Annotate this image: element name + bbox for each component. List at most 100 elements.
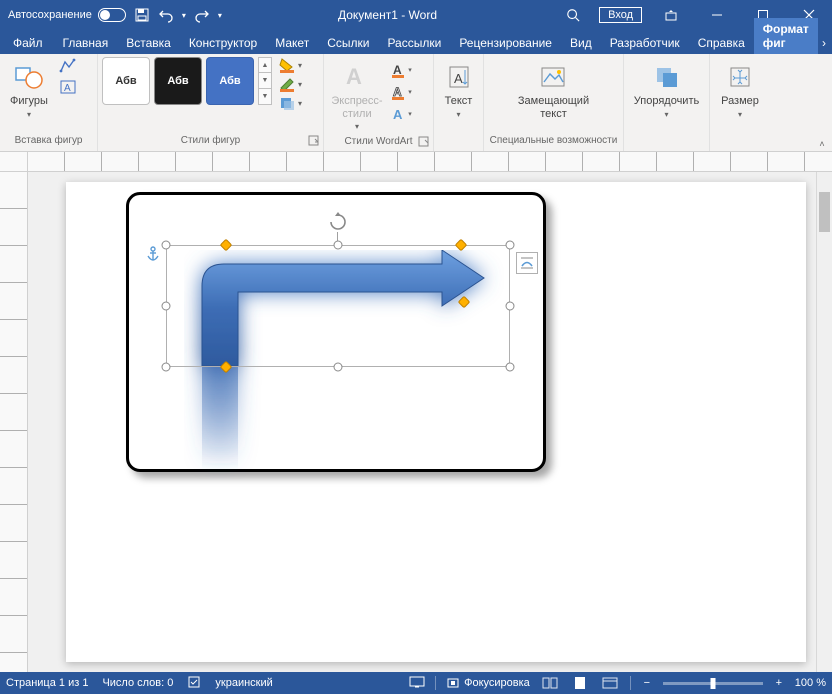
ribbon-display-options-button[interactable] — [648, 0, 694, 30]
status-page[interactable]: Страница 1 из 1 — [6, 677, 88, 689]
tab-design[interactable]: Конструктор — [180, 32, 266, 54]
resize-handle-se[interactable] — [506, 363, 515, 372]
vertical-scrollbar[interactable] — [816, 172, 832, 672]
zoom-in-button[interactable]: + — [773, 677, 785, 689]
autosave-label: Автосохранение — [8, 9, 92, 21]
svg-text:A: A — [346, 64, 362, 89]
zoom-out-button[interactable]: − — [641, 677, 653, 689]
title-bar: Автосохранение ▾ ▾ Документ1 - Word Вход — [0, 0, 832, 30]
express-styles-button: A Экспресс-стили ▾ — [328, 57, 386, 133]
tab-mailings[interactable]: Рассылки — [378, 32, 450, 54]
tab-review[interactable]: Рецензирование — [450, 32, 561, 54]
text-outline-button[interactable]: A▾ — [390, 82, 412, 102]
svg-text:A: A — [393, 85, 402, 99]
resize-handle-nw[interactable] — [162, 241, 171, 250]
group-shape-styles-label: Стили фигур — [98, 135, 323, 151]
ribbon-tabs: Файл Главная Вставка Конструктор Макет С… — [0, 30, 832, 54]
svg-text:A: A — [64, 83, 71, 94]
dialog-launcher-icon[interactable] — [417, 136, 431, 150]
alt-text-label: Замещающий текст — [516, 95, 592, 120]
tab-help[interactable]: Справка — [689, 32, 754, 54]
undo-dropdown-icon[interactable]: ▾ — [182, 11, 186, 20]
svg-text:A: A — [393, 107, 403, 122]
focus-mode-button[interactable]: Фокусировка — [446, 677, 530, 689]
document-area — [0, 172, 832, 672]
tabs-overflow-icon[interactable]: › — [818, 32, 830, 54]
document-pane[interactable] — [28, 172, 832, 672]
rotation-handle[interactable] — [328, 212, 348, 232]
collapse-ribbon-button[interactable]: ˄ — [814, 137, 830, 151]
resize-handle-ne[interactable] — [506, 241, 515, 250]
arrange-button[interactable]: Упорядочить ▾ — [629, 57, 705, 121]
undo-button[interactable] — [158, 7, 174, 23]
shape-fill-button[interactable]: ▾ — [278, 57, 302, 73]
tab-shape-format[interactable]: Формат фиг — [754, 18, 818, 54]
save-button[interactable] — [134, 7, 150, 23]
shape-effects-button[interactable]: ▾ — [278, 95, 302, 111]
tab-developer[interactable]: Разработчик — [601, 32, 689, 54]
text-icon: A — [447, 59, 471, 95]
minimize-button[interactable] — [694, 0, 740, 30]
tab-insert[interactable]: Вставка — [117, 32, 180, 54]
style-gallery-scroll[interactable]: ▲ ▼ ▼ — [258, 57, 272, 105]
status-language[interactable]: украинский — [215, 677, 272, 689]
tab-references[interactable]: Ссылки — [318, 32, 378, 54]
shape-style-3[interactable]: Абв — [206, 57, 254, 105]
text-effects-button[interactable]: A▾ — [390, 104, 412, 124]
web-layout-button[interactable] — [600, 675, 620, 691]
group-wordart-label: Стили WordArt — [324, 136, 433, 151]
arrange-label: Упорядочить — [634, 95, 699, 108]
group-insert-shapes-label: Вставка фигур — [0, 135, 97, 151]
gallery-down-icon[interactable]: ▼ — [258, 73, 272, 89]
read-mode-button[interactable] — [540, 675, 560, 691]
shapes-label: Фигуры — [10, 95, 48, 108]
dialog-launcher-icon[interactable] — [307, 135, 321, 149]
sign-in-button[interactable]: Вход — [599, 7, 642, 23]
ruler-horizontal[interactable] — [0, 152, 832, 172]
selection-bounding-box — [166, 245, 510, 367]
chevron-down-icon: ▾ — [27, 110, 31, 119]
tab-file[interactable]: Файл — [2, 32, 54, 54]
status-word-count[interactable]: Число слов: 0 — [102, 677, 173, 689]
shapes-button[interactable]: Фигуры ▾ — [4, 57, 54, 121]
text-fill-button[interactable]: A▾ — [390, 60, 412, 80]
resize-handle-n[interactable] — [334, 241, 343, 250]
display-settings-icon[interactable] — [409, 676, 425, 691]
tab-view[interactable]: Вид — [561, 32, 601, 54]
express-styles-label: Экспресс-стили — [330, 95, 384, 120]
layout-options-button[interactable] — [516, 252, 538, 274]
anchor-icon — [146, 246, 160, 267]
zoom-level[interactable]: 100 % — [795, 677, 826, 689]
alt-text-icon — [539, 59, 569, 95]
tab-home[interactable]: Главная — [54, 32, 118, 54]
page[interactable] — [66, 182, 806, 662]
zoom-slider[interactable] — [663, 682, 763, 685]
group-text-label — [434, 135, 483, 151]
shape-style-1[interactable]: Абв — [102, 57, 150, 105]
edit-shape-button[interactable] — [58, 57, 78, 75]
shape-outline-button[interactable]: ▾ — [278, 76, 302, 92]
status-bar: Страница 1 из 1 Число слов: 0 украинский… — [0, 672, 832, 694]
text-box-button[interactable]: A — [58, 78, 78, 96]
search-button[interactable] — [553, 0, 593, 30]
tab-layout[interactable]: Макет — [266, 32, 318, 54]
ruler-vertical[interactable] — [0, 172, 28, 672]
size-button[interactable]: Размер ▾ — [714, 57, 766, 121]
text-direction-button[interactable]: A Текст ▾ — [438, 57, 479, 121]
size-icon — [727, 59, 753, 95]
resize-handle-s[interactable] — [334, 363, 343, 372]
resize-handle-sw[interactable] — [162, 363, 171, 372]
ribbon: Фигуры ▾ A Вставка фигур Абв Абв Абв ▲ ▼… — [0, 54, 832, 152]
spellcheck-icon[interactable] — [187, 675, 201, 692]
shape-style-2[interactable]: Абв — [154, 57, 202, 105]
alt-text-button[interactable]: Замещающий текст — [514, 57, 594, 122]
autosave-toggle[interactable]: Автосохранение — [8, 8, 126, 22]
gallery-up-icon[interactable]: ▲ — [258, 57, 272, 73]
resize-handle-w[interactable] — [162, 302, 171, 311]
redo-button[interactable] — [194, 7, 210, 23]
size-label: Размер — [721, 95, 759, 108]
resize-handle-e[interactable] — [506, 302, 515, 311]
print-layout-button[interactable] — [570, 675, 590, 691]
arrange-icon — [653, 59, 681, 95]
gallery-more-icon[interactable]: ▼ — [258, 89, 272, 105]
